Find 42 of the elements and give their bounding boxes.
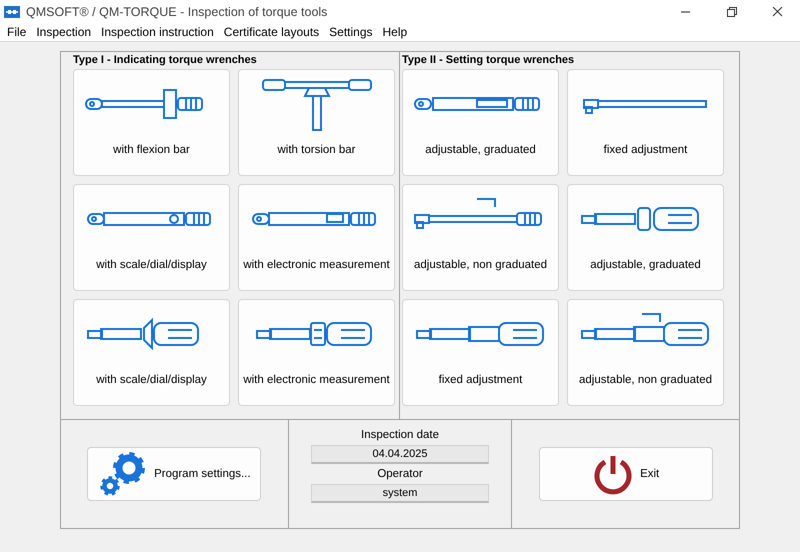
menu-item[interactable]: Inspection [31,24,96,41]
close-icon[interactable] [772,7,782,17]
restore-icon[interactable] [726,7,736,17]
operator-field: system [311,484,489,503]
wrench-icon [414,198,542,229]
wrench-icon [252,212,376,226]
screwdriver-icon [256,322,372,346]
tool-button[interactable]: with scale/dial/display [73,299,230,406]
wrench-icon [84,89,202,119]
screwdriver-icon [580,207,698,231]
wrench-icon [582,99,706,114]
date-field: 04.04.2025 [311,445,489,464]
tool-button[interactable]: with flexion bar [73,69,230,176]
tool-button[interactable]: with electronic measurement [238,299,395,406]
power-icon [592,453,634,495]
menu-item[interactable]: Help [378,24,412,41]
menu-item[interactable]: File [2,24,32,41]
window-title: QMSOFT® / QM-TORQUE - Inspection of torque tools [26,5,328,19]
wrench-icon [414,97,540,111]
tool-button[interactable]: adjustable, non graduated [567,299,724,406]
tool-button[interactable]: with electronic measurement [238,184,395,291]
tool-button[interactable]: fixed adjustment [402,299,559,406]
tool-button[interactable]: fixed adjustment [567,69,724,176]
wrench-icon [86,212,210,226]
field-label: Inspection date [361,428,440,443]
screwdriver-icon [416,322,544,346]
field-label: Operator [377,467,423,482]
menu-item[interactable]: Inspection instruction [96,24,219,41]
screwdriver-icon [580,313,708,346]
exit-button[interactable]: Exit [538,447,713,501]
settings-button[interactable]: Program settings... [87,447,262,501]
tool-button[interactable]: adjustable, graduated [567,184,724,291]
tool-button[interactable]: with scale/dial/display [73,184,230,291]
tool-button[interactable]: adjustable, non graduated [402,184,559,291]
group-title: Type II - Setting torque wrenches [402,53,576,68]
tool-button[interactable]: adjustable, graduated [402,69,559,176]
menu-item[interactable]: Certificate layouts [218,24,324,41]
screwdriver-icon [86,318,198,350]
t-handle-wrench-icon [262,79,372,131]
menu-item[interactable]: Settings [324,24,378,41]
group-title: Type I - Indicating torque wrenches [73,53,258,68]
tool-button[interactable]: with torsion bar [238,69,395,176]
